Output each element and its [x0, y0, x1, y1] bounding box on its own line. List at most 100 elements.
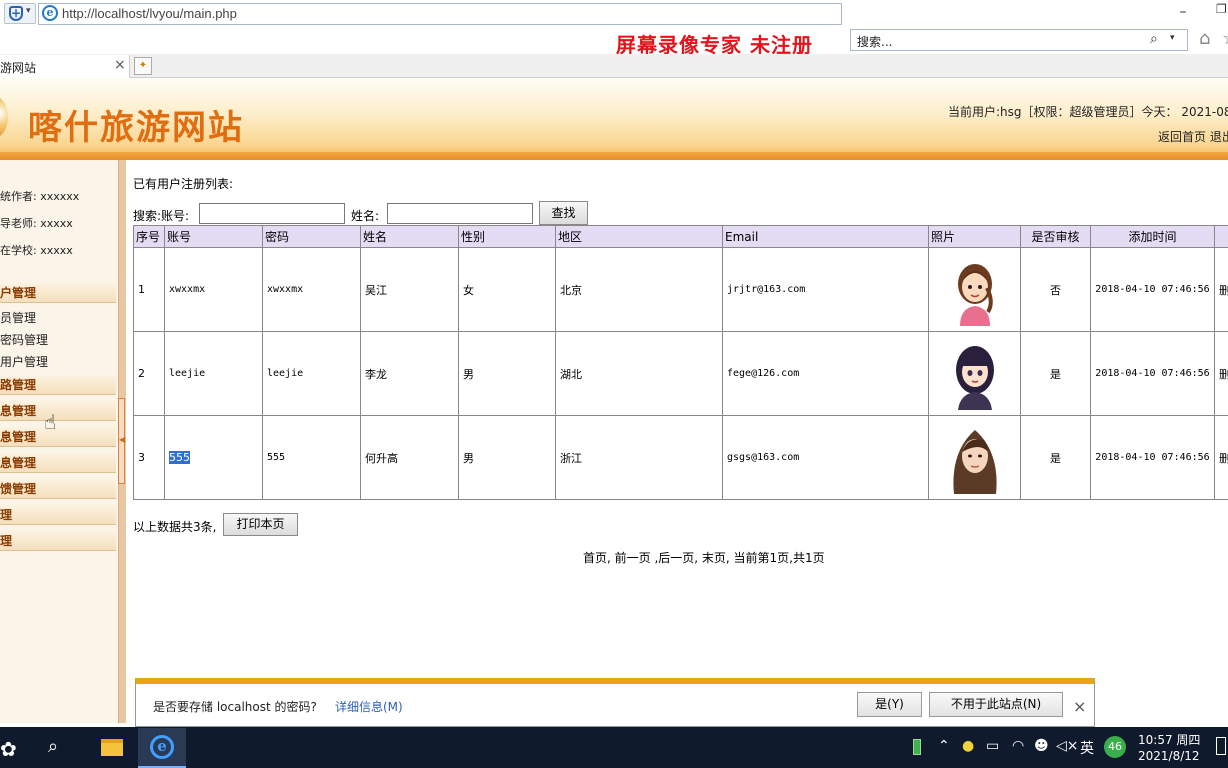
chevron-left-icon: ◀: [119, 435, 126, 444]
tray-app-icon[interactable]: ●: [962, 738, 974, 754]
pagination[interactable]: 首页, 前一页 ,后一页, 末页, 当前第1页,共1页: [583, 549, 825, 566]
new-tab-icon[interactable]: ✦: [134, 57, 152, 75]
user-photo: [944, 338, 1006, 410]
cell-no: 2: [133, 331, 165, 416]
cell-no: 1: [133, 247, 165, 332]
selected-text[interactable]: 555: [169, 451, 190, 464]
tab-title[interactable]: 游网站: [0, 59, 36, 76]
tray-expand-icon[interactable]: ⌃: [938, 738, 950, 754]
user-table: 序号 账号 密码 姓名 性别 地区 Email 照片 是否审核 添加时间 1 x…: [133, 225, 1228, 500]
sidebar-section-info-1[interactable]: 息管理: [0, 401, 116, 421]
cell-name: 吴江: [360, 247, 459, 332]
file-explorer-icon[interactable]: [101, 739, 123, 756]
account-search-input[interactable]: [199, 203, 345, 224]
cell-gender: 男: [458, 331, 556, 416]
ie-icon[interactable]: e: [150, 735, 174, 759]
clock-time[interactable]: 10:57 周四: [1138, 731, 1200, 748]
cell-account: leejie: [164, 331, 263, 416]
sidebar-info-author: 统作者: xxxxxx: [0, 190, 80, 203]
restore-icon[interactable]: ❐: [1216, 2, 1228, 18]
security-shield-button[interactable]: + ▾: [4, 3, 36, 24]
cell-name: 李龙: [360, 331, 459, 416]
sidebar-item-user-manage[interactable]: 用户管理: [0, 353, 48, 370]
sidebar-section-routes[interactable]: 路管理: [0, 375, 116, 395]
ie-page-icon: e: [42, 5, 58, 21]
browser-search-input[interactable]: [850, 29, 1188, 51]
start-icon[interactable]: ✿: [0, 737, 17, 761]
sidebar-item-admin[interactable]: 员管理: [0, 309, 36, 326]
name-label: 姓名:: [351, 209, 380, 223]
cell-no: 3: [133, 415, 165, 500]
col-header-email: Email: [722, 225, 929, 248]
sidebar-section-7[interactable]: 理: [0, 505, 116, 525]
col-header-password: 密码: [262, 225, 361, 248]
cell-account: 555: [164, 415, 263, 500]
cell-gender: 男: [458, 415, 556, 500]
col-header-region: 地区: [555, 225, 723, 248]
wifi-icon[interactable]: ◠: [1012, 738, 1024, 754]
cell-region: 湖北: [555, 331, 723, 416]
sidebar-section-8[interactable]: 理: [0, 531, 116, 551]
clock-date[interactable]: 2021/8/12: [1138, 749, 1200, 763]
col-header-account: 账号: [164, 225, 263, 248]
notification-icon[interactable]: [1216, 737, 1226, 755]
col-header-added: 添加时间: [1090, 225, 1215, 248]
input-language[interactable]: 英: [1080, 738, 1094, 758]
sidebar-section-info-3[interactable]: 息管理: [0, 453, 116, 473]
find-button[interactable]: 查找: [539, 201, 588, 225]
chevron-down-icon[interactable]: ▾: [1170, 33, 1175, 43]
header-divider: [0, 152, 1228, 160]
sidebar-section-users[interactable]: 户管理: [0, 283, 116, 303]
password-save-question: 是否要存储 localhost 的密码?: [153, 700, 317, 714]
cell-photo: [928, 331, 1021, 416]
tab-close-icon[interactable]: ×: [114, 57, 126, 73]
search-icon[interactable]: ⌕: [1150, 31, 1158, 47]
save-password-yes-button[interactable]: 是(Y): [857, 692, 922, 717]
sidebar-info-teacher: 导老师: xxxxx: [0, 217, 73, 230]
battery-icon[interactable]: [913, 739, 921, 755]
user-photo: [944, 422, 1006, 494]
cell-region: 北京: [555, 247, 723, 332]
minimize-icon[interactable]: –: [1176, 4, 1190, 20]
tray-badge[interactable]: 46: [1104, 736, 1126, 758]
cell-password: leejie: [262, 331, 361, 416]
cell-added: 2018-04-10 07:46:56: [1090, 415, 1215, 500]
cell-email: jrjtr@163.com: [722, 247, 929, 332]
cell-photo: [928, 247, 1021, 332]
cell-extra[interactable]: 删: [1214, 415, 1228, 500]
sidebar-item-password[interactable]: 密码管理: [0, 331, 48, 348]
cell-added: 2018-04-10 07:46:56: [1090, 247, 1215, 332]
home-icon[interactable]: ⌂: [1199, 28, 1210, 49]
details-link[interactable]: 详细信息(M): [335, 698, 403, 715]
sidebar-section-info-2[interactable]: 息管理: [0, 427, 116, 447]
user-photo: [944, 254, 1006, 326]
qq-icon[interactable]: ☻: [1034, 738, 1049, 754]
search-account-label: 搜索:账号:: [133, 209, 190, 223]
name-search-input[interactable]: [387, 203, 533, 224]
power-icon[interactable]: ▭: [986, 738, 999, 754]
cell-audited: 否: [1020, 247, 1091, 332]
shield-icon: +: [9, 6, 23, 21]
cell-added: 2018-04-10 07:46:56: [1090, 331, 1215, 416]
sidebar-section-feedback[interactable]: 馈管理: [0, 479, 116, 499]
col-header-name: 姓名: [360, 225, 459, 248]
sidebar: 统作者: xxxxxx 导老师: xxxxx 在学校: xxxxx 户管理 员管…: [0, 160, 118, 723]
cell-extra[interactable]: 删: [1214, 247, 1228, 332]
url-text[interactable]: http://localhost/lvyou/main.php: [62, 6, 237, 21]
cell-extra[interactable]: 删: [1214, 331, 1228, 416]
close-icon[interactable]: ×: [1073, 697, 1086, 716]
col-header-audited: 是否审核: [1020, 225, 1091, 248]
favorites-icon[interactable]: ☆: [1222, 28, 1228, 49]
chevron-down-icon: ▾: [26, 6, 31, 16]
search-icon[interactable]: ⌕: [48, 736, 58, 757]
header-links[interactable]: 返回首页 退出: [1158, 128, 1228, 145]
sidebar-toggle-button[interactable]: ◀: [118, 398, 125, 484]
cell-password: xwxxmx: [262, 247, 361, 332]
cell-email: gsgs@163.com: [722, 415, 929, 500]
print-button[interactable]: 打印本页: [223, 513, 298, 536]
volume-icon[interactable]: ◁×: [1056, 738, 1079, 754]
sidebar-info-school: 在学校: xxxxx: [0, 244, 73, 257]
col-header-gender: 性别: [458, 225, 556, 248]
record-count: 以上数据共3条,: [133, 520, 217, 534]
never-for-site-button[interactable]: 不用于此站点(N): [929, 692, 1063, 717]
